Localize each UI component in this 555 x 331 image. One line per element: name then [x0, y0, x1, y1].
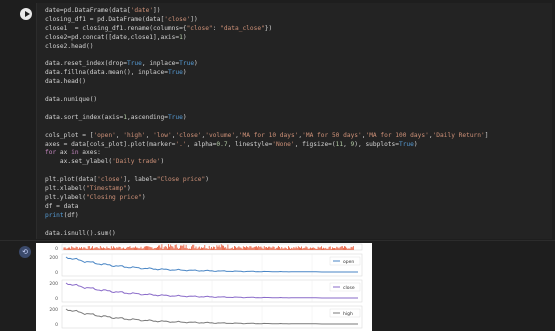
- code-line: ax.set_ylabel('Daily trade'): [45, 158, 165, 166]
- output-plot: 0 200 0 open 200 0 close 200 0 high: [36, 243, 372, 331]
- code-line: plt.ylabel("Closing price"): [45, 193, 146, 201]
- subplots-chart: 0 200 0 open 200 0 close 200 0 high: [49, 243, 363, 329]
- tick-label: 200: [49, 307, 58, 313]
- code-line: data.fillna(data.mean(), inplace=True): [45, 69, 187, 77]
- tick-label: 0: [55, 246, 58, 252]
- tick-label: 200: [49, 255, 58, 261]
- code-line: data.isnull().sum(): [45, 229, 116, 237]
- code-line: close2.head(): [45, 42, 94, 50]
- code-line: closing_df1 = pd.DataFrame(data['close']…: [45, 15, 198, 23]
- code-line: close2=pd.concat([date,close1],axis=1): [45, 33, 187, 41]
- code-line: cols_plot = ['open', 'high', 'low','clos…: [45, 131, 489, 139]
- code-line: plt.plot(data['close'], label="Close pri…: [45, 176, 209, 184]
- code-line: data.sort_index(axis=1,ascending=True): [45, 113, 187, 121]
- code-line: axes = data[cols_plot].plot(marker='.', …: [45, 140, 418, 148]
- run-cell-button[interactable]: [20, 8, 32, 20]
- code-line: plt.xlabel("Timestamp"): [45, 185, 131, 192]
- tick-label: 0: [55, 322, 58, 328]
- legend-label: close: [343, 285, 355, 291]
- code-line: for ax in axes:: [45, 149, 101, 157]
- code-line: date=pd.DataFrame(data['date']): [45, 7, 161, 14]
- tick-label: 0: [55, 296, 58, 302]
- legend-label: high: [343, 311, 353, 317]
- play-icon: [24, 11, 30, 17]
- code-line: data.nunique(): [45, 96, 98, 103]
- code-line: df = data: [45, 202, 79, 210]
- code-line: close1 = closing_df1.rename(columns={"cl…: [45, 24, 273, 32]
- output-icon: ⟲: [19, 246, 31, 258]
- code-editor[interactable]: date=pd.DataFrame(data['date']) closing_d…: [36, 3, 552, 239]
- tick-label: 200: [49, 281, 58, 287]
- code-line: data.reset_index(drop=True, inplace=True…: [45, 60, 198, 68]
- legend-label: open: [343, 260, 354, 265]
- code-line: data.head(): [45, 78, 86, 86]
- cell-divider: [0, 240, 555, 241]
- code-cell[interactable]: date=pd.DataFrame(data['date']) closing_d…: [0, 0, 555, 240]
- tick-label: 0: [55, 270, 58, 276]
- code-line: print(df): [45, 211, 79, 219]
- output-background: [373, 243, 555, 331]
